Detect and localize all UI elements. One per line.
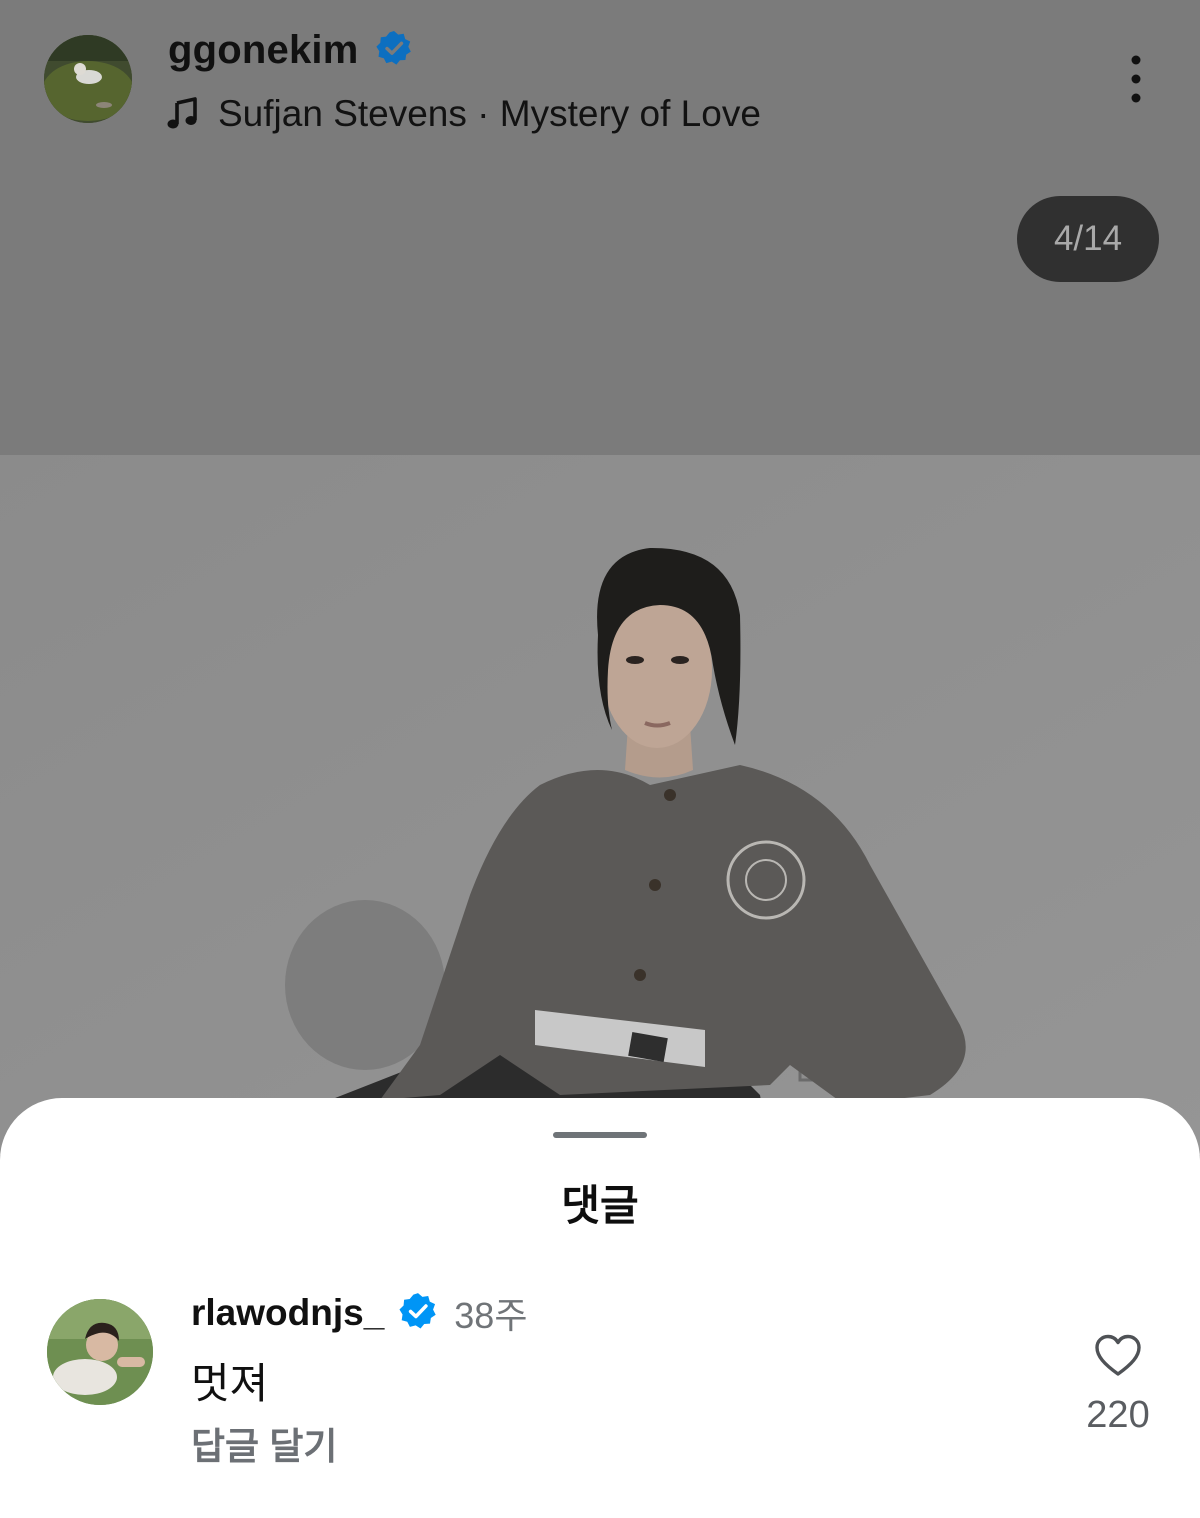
post-username-row: ggonekim <box>168 24 413 76</box>
post-author-avatar[interactable] <box>44 35 132 123</box>
comment-sheet: 댓글 rlawodnjs_ 38주 멋져 답글 달기 220 <box>0 1098 1200 1518</box>
post-header: ggonekim Sufjan Stevens · Mystery of Lov… <box>0 0 1200 455</box>
comment-avatar[interactable] <box>47 1299 153 1405</box>
more-options-icon[interactable] <box>1116 52 1156 108</box>
music-info[interactable]: Sufjan Stevens · Mystery of Love <box>166 90 761 138</box>
post-photo[interactable] <box>0 455 1200 1155</box>
post-username[interactable]: ggonekim <box>168 28 359 73</box>
comment-sheet-title: 댓글 <box>561 1182 639 1229</box>
music-note-icon <box>167 97 197 129</box>
verified-badge-icon <box>375 29 413 72</box>
like-count: 220 <box>1086 1394 1150 1436</box>
music-title: Sufjan Stevens · Mystery of Love <box>218 93 761 134</box>
comment-header: rlawodnjs_ 38주 <box>191 1288 527 1338</box>
page-counter: 4/14 <box>1017 196 1159 282</box>
reply-button[interactable]: 답글 달기 <box>191 1416 337 1470</box>
comment-timestamp: 38주 <box>454 1295 528 1336</box>
comment-text: 멋져 <box>191 1360 269 1407</box>
sheet-drag-handle[interactable] <box>553 1132 647 1138</box>
verified-badge-icon <box>398 1291 438 1336</box>
page-counter-text: 4/14 <box>1053 219 1123 258</box>
comment-username[interactable]: rlawodnjs_ <box>191 1292 384 1334</box>
heart-icon[interactable] <box>1094 1334 1142 1378</box>
